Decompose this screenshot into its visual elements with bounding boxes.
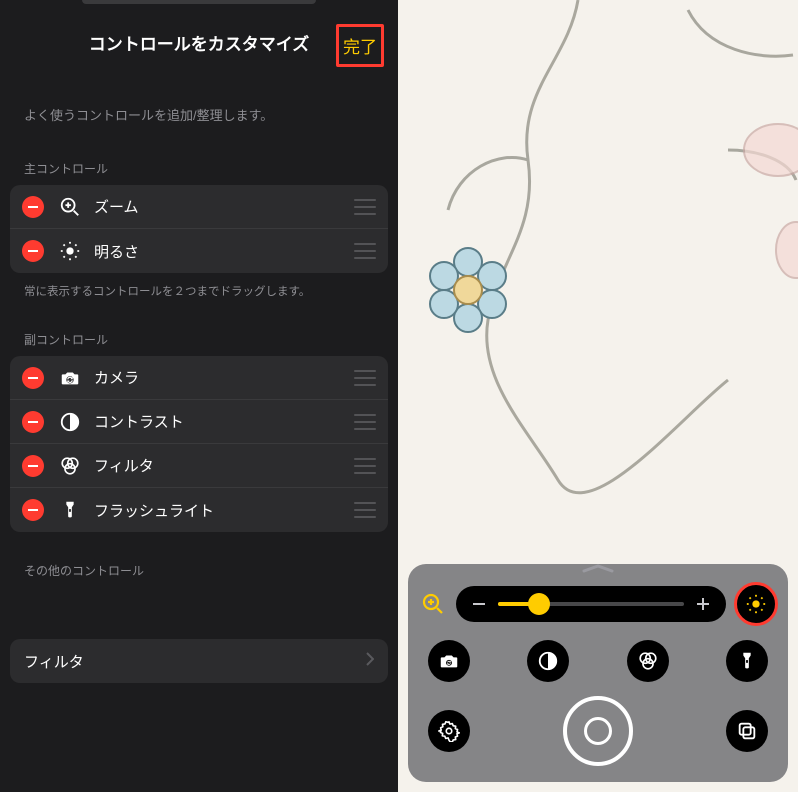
drag-handle-icon[interactable] (354, 243, 376, 259)
filters-nav-label: フィルタ (24, 651, 366, 672)
flashlight-icon (58, 498, 82, 522)
other-controls-label: その他のコントロール (0, 532, 398, 587)
contrast-icon (58, 410, 82, 434)
zoom-in-icon (58, 195, 82, 219)
list-item[interactable]: コントラスト (10, 400, 388, 444)
main-drag-hint: 常に表示するコントロールを２つまでドラッグします。 (0, 273, 398, 301)
multiview-button[interactable] (726, 710, 768, 752)
remove-button[interactable] (22, 196, 44, 218)
shutter-button[interactable] (563, 696, 633, 766)
camera-switch-button[interactable] (428, 640, 470, 682)
chevron-right-icon (366, 652, 374, 671)
remove-button[interactable] (22, 240, 44, 262)
zoom-slider-row (418, 582, 778, 626)
flashlight-button[interactable] (726, 640, 768, 682)
magnifier-viewfinder (398, 0, 798, 792)
zoom-in-icon (418, 589, 448, 619)
drag-handle-icon[interactable] (354, 502, 376, 518)
intro-hint: よく使うコントロールを追加/整理します。 (0, 65, 398, 130)
list-item[interactable]: ズーム (10, 185, 388, 229)
list-item-label: 明るさ (94, 241, 354, 262)
bottom-controls-row (418, 682, 778, 770)
list-item[interactable]: カメラ (10, 356, 388, 400)
slider-track[interactable] (498, 602, 684, 606)
list-item-label: フラッシュライト (94, 500, 354, 521)
settings-header: コントロールをカスタマイズ 完了 (0, 0, 398, 65)
brightness-icon (58, 239, 82, 263)
slider-thumb[interactable] (528, 593, 550, 615)
drag-handle-icon[interactable] (354, 370, 376, 386)
contrast-button[interactable] (527, 640, 569, 682)
tray-grabber-icon[interactable] (580, 562, 616, 580)
done-button[interactable]: 完了 (336, 24, 384, 67)
list-item-label: コントラスト (94, 411, 354, 432)
plus-icon[interactable] (694, 595, 712, 613)
remove-button[interactable] (22, 367, 44, 389)
drag-handle-icon[interactable] (354, 414, 376, 430)
main-controls-label: 主コントロール (0, 130, 398, 185)
zoom-slider[interactable] (456, 586, 726, 622)
settings-title: コントロールをカスタマイズ (89, 30, 310, 55)
list-item[interactable]: フラッシュライト (10, 488, 388, 532)
filters-nav-row[interactable]: フィルタ (10, 639, 388, 683)
list-item-label: フィルタ (94, 455, 354, 476)
shutter-inner-ring (584, 717, 612, 745)
settings-gear-button[interactable] (428, 710, 470, 752)
list-item-label: ズーム (94, 196, 354, 217)
minus-icon[interactable] (470, 595, 488, 613)
remove-button[interactable] (22, 455, 44, 477)
remove-button[interactable] (22, 411, 44, 433)
filters-button[interactable] (627, 640, 669, 682)
list-item[interactable]: フィルタ (10, 444, 388, 488)
settings-panel: コントロールをカスタマイズ 完了 よく使うコントロールを追加/整理します。 主コ… (0, 0, 398, 792)
secondary-controls-row (418, 626, 778, 682)
remove-button[interactable] (22, 499, 44, 521)
list-item[interactable]: 明るさ (10, 229, 388, 273)
filters-icon (58, 454, 82, 478)
camera-switch-icon (58, 366, 82, 390)
control-tray (408, 564, 788, 782)
main-controls-list: ズーム 明るさ (10, 185, 388, 273)
sub-controls-list: カメラ コントラスト フィルタ フラッシュライト (10, 356, 388, 532)
sub-controls-label: 副コントロール (0, 301, 398, 356)
brightness-button[interactable] (734, 582, 778, 626)
drag-handle-icon[interactable] (354, 199, 376, 215)
drag-handle-icon[interactable] (354, 458, 376, 474)
list-item-label: カメラ (94, 367, 354, 388)
